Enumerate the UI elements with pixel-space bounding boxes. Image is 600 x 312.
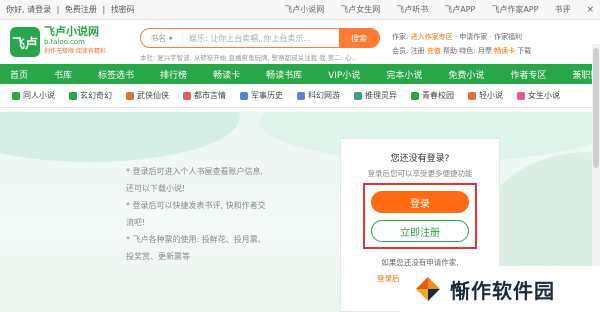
author-links: 作家: 进入作家专区 · 申请作家 · 作家福利 <box>392 30 531 44</box>
nav-home[interactable]: 首页 <box>10 68 28 81</box>
category-scifi-icon <box>297 91 305 100</box>
top-bar: 你好, 请登录 | 免费注册 | 找密码 飞卢小说网 飞卢女生网 飞卢听书 飞卢… <box>0 0 600 20</box>
member-links: 会员: 注册 充值 帮助 特色: 月票 畅读卡 下载 <box>392 44 531 58</box>
nav-read-card[interactable]: 畅读卡 <box>213 68 240 81</box>
search-input[interactable]: 娱乐: 让你上台卖唱, 你上台卖乐... <box>183 33 339 44</box>
top-link-app[interactable]: 飞卢APP <box>444 4 475 15</box>
watermark: 惭作软件园 <box>400 266 600 312</box>
category-item[interactable]: 女生小说 <box>517 90 560 101</box>
main-nav: 首页 书库 标签选书 排行榜 畅读卡 畅读书库 VIP小说 完本小说 免费小说 … <box>0 64 600 84</box>
benefit-text: 投奖赏、更新票等 <box>126 252 190 261</box>
site-logo[interactable]: 飞卢 飞卢小说网 b.faloo.com 创作无极限 阅读有精彩 <box>10 25 128 59</box>
search-category-select[interactable]: 书名 ▾ <box>141 32 183 44</box>
category-fantasy-icon <box>69 91 77 100</box>
search-box: 书名 ▾ 娱乐: 让你上台卖唱, 你上台卖乐... 搜索 <box>140 28 380 48</box>
nav-read-library[interactable]: 畅读书库 <box>266 68 302 81</box>
category-label: 都市言情 <box>194 91 226 100</box>
category-mystery-icon <box>354 91 362 100</box>
category-label: 玄幻奇幻 <box>80 91 112 100</box>
benefit-text: * 登录后可以快捷发表书评, 快和作者交 <box>126 201 266 210</box>
close-icon[interactable]: × <box>586 5 594 15</box>
author-zone-link[interactable]: 进入作家专区 <box>411 33 453 41</box>
nav-author-zone[interactable]: 作者专区 <box>510 68 546 81</box>
top-link-audio[interactable]: 飞卢听书 <box>396 4 428 15</box>
top-bar-left: 你好, 请登录 | 免费注册 | 找密码 <box>6 4 135 15</box>
category-label: 同人小说 <box>23 91 55 100</box>
watermark-logo-icon <box>416 277 440 301</box>
search-area: 书名 ▾ 娱乐: 让你上台卖唱, 你上台卖乐... 搜索 本社: 复兴宇智波, … <box>140 28 380 62</box>
login-card-desc: 登录后您可以享受更多便捷功能 <box>367 169 473 178</box>
top-link-reviews[interactable]: 书评 <box>554 4 570 15</box>
author-label: 作家: <box>392 33 411 41</box>
scrollbar-thumb[interactable] <box>593 48 599 168</box>
hot-searches[interactable]: 本社: 复兴宇智波, 从砖窑开始 直播爽鬼玩牌, 警察都叔关注我 我 第二: 心… <box>140 52 380 62</box>
category-item[interactable]: 玄幻奇幻 <box>69 90 112 101</box>
category-fanfic-icon <box>12 91 20 100</box>
category-label: 武侠仙侠 <box>137 91 169 100</box>
category-label: 推理灵异 <box>365 91 397 100</box>
top-link-faloo[interactable]: 飞卢小说网 <box>284 4 324 15</box>
register-button[interactable]: 立即注册 <box>371 220 469 242</box>
header-quick-links: 作家: 进入作家专区 · 申请作家 · 作家福利 会员: 注册 充值 帮助 特色… <box>392 30 531 58</box>
category-label: 女生小说 <box>528 91 560 100</box>
category-wuxia-icon <box>126 91 134 100</box>
member-label[interactable]: 会员: 注册 <box>392 47 427 55</box>
category-nav: 同人小说 玄幻奇幻 武侠仙侠 都市言情 军事历史 科幻网游 推理灵异 青春校园 … <box>0 84 600 108</box>
site-header: 飞卢 飞卢小说网 b.faloo.com 创作无极限 阅读有精彩 书名 ▾ 娱乐… <box>0 20 600 64</box>
read-card-link[interactable]: 畅读卡 <box>494 47 515 55</box>
category-item[interactable]: 轻小说 <box>468 90 503 101</box>
login-card-title: 您还没有登录? <box>390 154 450 164</box>
benefit-text: * 登录后可进入个人书屋查看账户信息, <box>126 167 264 176</box>
member-more-links[interactable]: 帮助 特色: 月票 <box>441 47 494 55</box>
nav-completed[interactable]: 完本小说 <box>386 68 422 81</box>
benefit-text: * 飞卢各种票的使用: 投鲜花、投月票、 <box>126 235 266 244</box>
nav-vip[interactable]: VIP小说 <box>328 68 360 81</box>
author-more-links[interactable]: · 申请作家 · 作家福利 <box>453 33 522 41</box>
category-military-icon <box>240 91 248 100</box>
category-item[interactable]: 同人小说 <box>12 90 55 101</box>
category-label: 科幻网游 <box>308 91 340 100</box>
logo-name: 飞卢小说网 <box>44 25 99 38</box>
download-link[interactable]: 下载 <box>515 47 531 55</box>
watermark-text: 惭作软件园 <box>450 278 555 303</box>
top-bar-links: 飞卢小说网 飞卢女生网 飞卢听书 飞卢APP 飞卢作家APP 书评 × <box>268 4 594 15</box>
divider: | <box>102 5 106 14</box>
benefit-text: 还可以下载小说! <box>126 184 186 193</box>
logo-slogan: 创作无极限 阅读有精彩 <box>44 48 106 55</box>
category-item[interactable]: 军事历史 <box>240 90 283 101</box>
category-label: 军事历史 <box>251 91 283 100</box>
login-benefits: * 登录后可进入个人书屋查看账户信息, 还可以下载小说! * 登录后可以快捷发表… <box>126 164 266 266</box>
category-item[interactable]: 青春校园 <box>411 90 454 101</box>
category-light-novel-icon <box>468 91 476 100</box>
category-item[interactable]: 科幻网游 <box>297 90 340 101</box>
logo-text: 飞卢小说网 b.faloo.com 创作无极限 阅读有精彩 <box>44 25 106 57</box>
nav-library[interactable]: 书库 <box>54 68 72 81</box>
search-button[interactable]: 搜索 <box>339 29 379 47</box>
free-register-link[interactable]: 免费注册 <box>65 5 97 14</box>
category-female-icon <box>517 91 525 100</box>
nav-rankings[interactable]: 排行榜 <box>160 68 187 81</box>
benefit-text: 流吧! <box>126 218 146 227</box>
nav-free[interactable]: 免费小说 <box>448 68 484 81</box>
background-hill <box>0 112 240 162</box>
nav-tags[interactable]: 标签选书 <box>98 68 134 81</box>
category-campus-icon <box>411 91 419 100</box>
login-button[interactable]: 登录 <box>371 191 469 213</box>
logo-mark-icon: 飞卢 <box>10 27 40 57</box>
divider: | <box>56 5 60 14</box>
logo-domain: b.faloo.com <box>44 38 85 46</box>
category-label: 青春校园 <box>422 91 454 100</box>
category-item[interactable]: 推理灵异 <box>354 90 397 101</box>
category-label: 轻小说 <box>479 91 503 100</box>
top-link-girls[interactable]: 飞卢女生网 <box>340 4 380 15</box>
category-item[interactable]: 武侠仙侠 <box>126 90 169 101</box>
retrieve-password-link[interactable]: 找密码 <box>111 5 135 14</box>
category-urban-icon <box>183 91 191 100</box>
recharge-link[interactable]: 充值 <box>427 47 441 55</box>
category-item[interactable]: 都市言情 <box>183 90 226 101</box>
login-link[interactable]: 你好, 请登录 <box>6 5 51 14</box>
top-link-author-app[interactable]: 飞卢作家APP <box>491 4 538 15</box>
